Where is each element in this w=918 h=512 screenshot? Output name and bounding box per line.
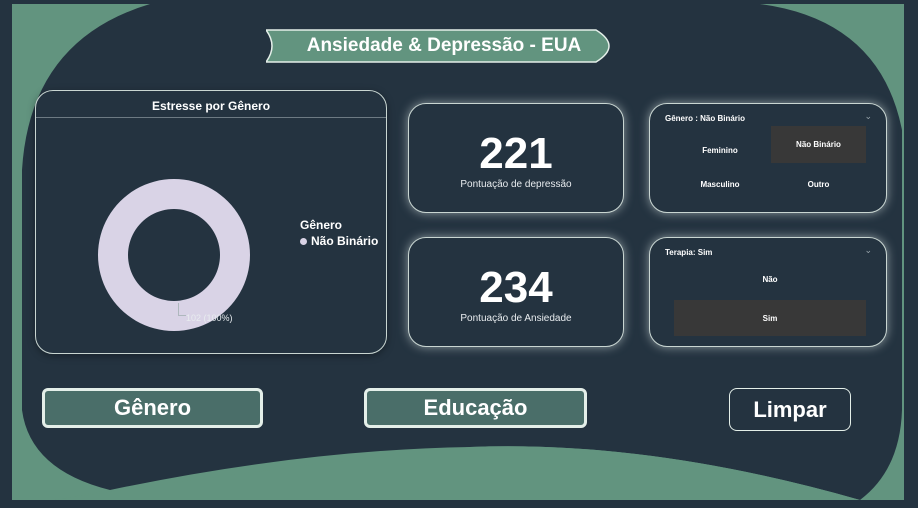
legend-item-label: Não Binário [311, 234, 379, 248]
genero-button[interactable]: Gênero [42, 388, 263, 428]
bottom-strip [0, 508, 918, 512]
chevron-down-icon[interactable]: ⌄ [864, 111, 872, 122]
legend-dot-icon [300, 237, 307, 245]
kpi-depression-value: 221 [479, 129, 553, 178]
therapy-slicer-header: Terapia: Sim [665, 248, 713, 257]
gender-slicer-header: Gênero : Não Binário [665, 114, 746, 123]
gender-option-masculino[interactable]: Masculino [674, 168, 766, 200]
legend-title: Gênero [300, 218, 343, 232]
stress-by-gender-chart[interactable]: Estresse por Gênero 102 (100%) Gênero Nã… [35, 90, 387, 354]
kpi-anxiety-label: Pontuação de Ansiedade [460, 313, 572, 324]
therapy-option-sim[interactable]: Sim [674, 300, 866, 336]
page-title: Ansiedade & Depressão - EUA [306, 35, 582, 56]
chart-divider [36, 117, 386, 118]
educacao-button[interactable]: Educação [364, 388, 587, 428]
kpi-anxiety-card: 234 Pontuação de Ansiedade [408, 237, 624, 347]
data-label-leader [178, 303, 186, 316]
donut-data-label: 102 (100%) [186, 313, 233, 323]
chevron-down-icon[interactable]: ⌄ [864, 245, 872, 256]
kpi-depression-card: 221 Pontuação de depressão [408, 103, 624, 213]
gender-option-outro[interactable]: Outro [771, 168, 866, 200]
donut-slice-não-binário[interactable] [97, 179, 250, 331]
therapy-slicer[interactable]: Terapia: Sim ⌄ Não Sim [649, 237, 887, 347]
limpar-button[interactable]: Limpar [729, 388, 851, 431]
chart-title: Estresse por Gênero [151, 99, 271, 113]
gender-slicer[interactable]: Gênero : Não Binário ⌄ Feminino Não Biná… [649, 103, 887, 213]
therapy-option-nao[interactable]: Não [674, 264, 866, 294]
title-banner: Ansiedade & Depressão - EUA [266, 28, 622, 64]
kpi-depression-label: Pontuação de depressão [460, 179, 572, 190]
gender-option-feminino[interactable]: Feminino [674, 134, 766, 166]
legend-item-nao-binario[interactable]: Não Binário [300, 234, 378, 248]
gender-option-nao-binario[interactable]: Não Binário [771, 126, 866, 163]
donut-chart[interactable] [94, 175, 254, 335]
kpi-anxiety-value: 234 [479, 263, 553, 312]
